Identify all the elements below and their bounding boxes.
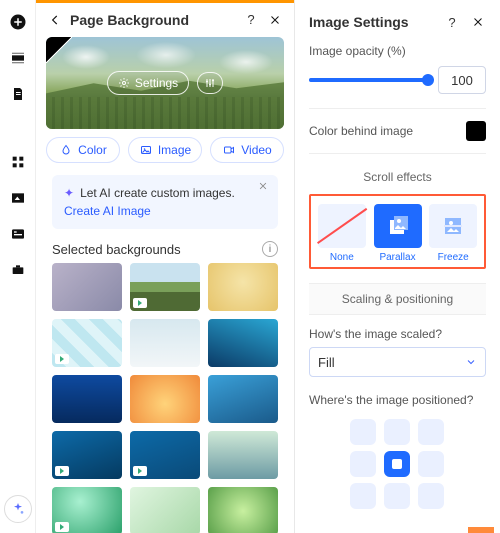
add-icon[interactable] xyxy=(8,12,28,32)
background-thumbnail[interactable] xyxy=(130,263,200,311)
background-thumbnail[interactable] xyxy=(130,375,200,423)
section-icon[interactable] xyxy=(8,48,28,68)
create-ai-image-link[interactable]: Create AI Image xyxy=(64,203,266,219)
ai-banner: ✦ Let AI create custom images. Create AI … xyxy=(52,175,278,229)
scale-question-label: How's the image scaled? xyxy=(309,327,486,341)
settings-close-button[interactable] xyxy=(470,14,486,30)
background-thumbnail[interactable] xyxy=(208,375,278,423)
settings-title: Image Settings xyxy=(309,14,434,30)
adjust-button[interactable] xyxy=(197,72,223,94)
background-thumbnail[interactable] xyxy=(52,375,122,423)
back-button[interactable] xyxy=(46,11,64,29)
selected-backgrounds-label: Selected backgrounds xyxy=(52,242,262,257)
background-thumbnail[interactable] xyxy=(130,319,200,367)
opacity-input[interactable] xyxy=(438,66,486,94)
image-icon xyxy=(139,143,153,157)
info-icon[interactable]: i xyxy=(262,241,278,257)
pos-bot-center[interactable] xyxy=(384,483,410,509)
page-icon[interactable] xyxy=(8,84,28,104)
apps-icon[interactable] xyxy=(8,152,28,172)
pos-center[interactable] xyxy=(384,451,410,477)
pos-bot-right[interactable] xyxy=(418,483,444,509)
ai-sparkle-icon[interactable] xyxy=(4,495,32,523)
position-question-label: Where's the image positioned? xyxy=(309,393,486,407)
background-thumbnail[interactable] xyxy=(52,431,122,479)
background-thumbnail[interactable] xyxy=(52,263,122,311)
media-icon[interactable] xyxy=(8,188,28,208)
droplet-icon xyxy=(59,143,73,157)
background-thumbnail[interactable] xyxy=(208,263,278,311)
freeze-icon xyxy=(429,204,477,248)
design-icon[interactable] xyxy=(10,120,26,136)
panel-title: Page Background xyxy=(70,12,236,28)
position-grid xyxy=(350,419,446,509)
background-preview: Settings xyxy=(46,37,284,129)
video-icon xyxy=(222,143,236,157)
scroll-effect-none[interactable]: None xyxy=(317,204,367,263)
banner-close-button[interactable] xyxy=(258,181,272,195)
scroll-effects-group: None Parallax Freeze xyxy=(309,194,486,269)
color-behind-swatch[interactable] xyxy=(466,121,486,141)
background-thumbnail[interactable] xyxy=(208,319,278,367)
image-settings-panel: Image Settings ? Image opacity (%) Color… xyxy=(294,0,500,533)
tab-color[interactable]: Color xyxy=(46,137,120,163)
pos-mid-left[interactable] xyxy=(350,451,376,477)
list-icon[interactable] xyxy=(8,224,28,244)
tab-video[interactable]: Video xyxy=(210,137,284,163)
video-badge-icon xyxy=(55,466,69,476)
pos-mid-right[interactable] xyxy=(418,451,444,477)
tab-image[interactable]: Image xyxy=(128,137,202,163)
pos-top-center[interactable] xyxy=(384,419,410,445)
business-icon[interactable] xyxy=(8,260,28,280)
pos-top-right[interactable] xyxy=(418,419,444,445)
none-icon xyxy=(318,204,366,248)
pos-bot-left[interactable] xyxy=(350,483,376,509)
scroll-effects-label: Scroll effects xyxy=(309,164,486,194)
video-badge-icon xyxy=(55,522,69,532)
video-badge-icon xyxy=(55,354,69,364)
page-background-panel: Page Background ? Settings Color xyxy=(36,0,294,533)
scroll-effect-freeze[interactable]: Freeze xyxy=(428,204,478,263)
close-button[interactable] xyxy=(266,11,284,29)
background-thumbnail[interactable] xyxy=(208,431,278,479)
settings-help-button[interactable]: ? xyxy=(444,14,460,30)
scale-select[interactable]: Fill xyxy=(309,347,486,377)
parallax-icon xyxy=(374,204,422,248)
settings-button[interactable]: Settings xyxy=(107,71,189,95)
help-button[interactable]: ? xyxy=(242,11,260,29)
settings-label: Settings xyxy=(135,76,178,90)
left-rail xyxy=(0,0,36,533)
backgrounds-grid xyxy=(36,263,294,533)
pos-top-left[interactable] xyxy=(350,419,376,445)
opacity-slider[interactable] xyxy=(309,78,428,82)
ai-banner-text: Let AI create custom images. xyxy=(80,186,235,200)
video-badge-icon xyxy=(133,298,147,308)
scale-value: Fill xyxy=(318,355,335,370)
video-badge-icon xyxy=(133,466,147,476)
sparkle-icon: ✦ xyxy=(64,186,74,200)
scaling-positioning-label: Scaling & positioning xyxy=(309,283,486,315)
scroll-effect-parallax[interactable]: Parallax xyxy=(373,204,423,263)
background-thumbnail[interactable] xyxy=(130,431,200,479)
opacity-label: Image opacity (%) xyxy=(309,44,486,58)
background-thumbnail[interactable] xyxy=(208,487,278,533)
background-thumbnail[interactable] xyxy=(52,487,122,533)
color-behind-label: Color behind image xyxy=(309,124,413,138)
background-thumbnail[interactable] xyxy=(52,319,122,367)
chevron-down-icon xyxy=(465,356,477,368)
background-thumbnail[interactable] xyxy=(130,487,200,533)
